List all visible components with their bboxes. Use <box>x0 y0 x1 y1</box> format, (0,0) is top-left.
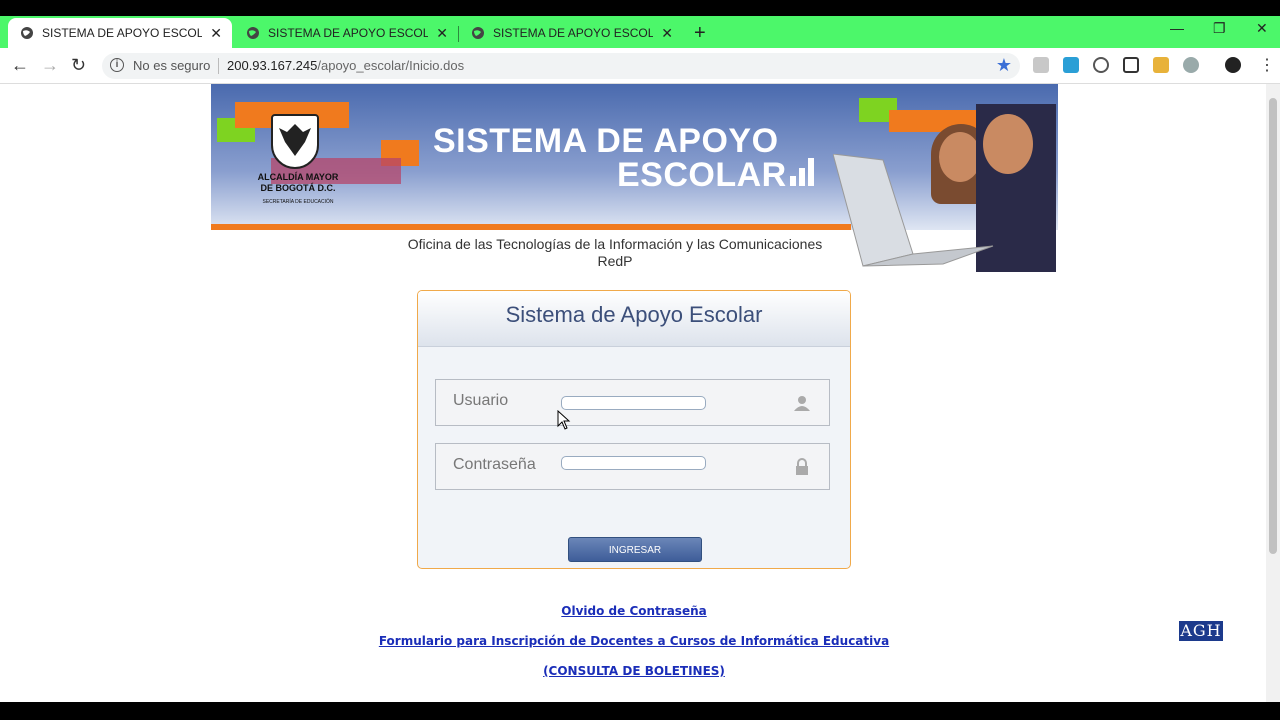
new-tab-button[interactable]: + <box>694 22 706 45</box>
lock-icon <box>796 458 808 475</box>
globe-icon <box>472 27 484 39</box>
menu-dots-icon[interactable]: ⋮ <box>1259 55 1275 75</box>
target-extension-icon[interactable] <box>1093 57 1109 73</box>
username-field: Usuario <box>435 379 830 426</box>
scrollbar-thumb[interactable] <box>1269 98 1277 554</box>
user-icon <box>794 396 810 411</box>
close-icon[interactable]: ✕ <box>210 25 222 42</box>
globe-icon <box>21 27 33 39</box>
camera-extension-icon[interactable] <box>1063 57 1079 73</box>
username-input[interactable] <box>561 396 706 410</box>
extension-icon[interactable] <box>1183 57 1199 73</box>
bookmark-star-icon[interactable]: ★ <box>996 55 1012 76</box>
tab-3[interactable]: SISTEMA DE APOYO ESCOLAR - ! ✕ <box>459 18 683 48</box>
url-host: 200.93.167.245 <box>227 58 318 73</box>
url-path: /apoyo_escolar/Inicio.dos <box>317 58 465 73</box>
bulletins-link[interactable]: (CONSULTA DE BOLETINES) <box>0 664 1268 678</box>
signal-bars-icon <box>790 158 816 186</box>
close-window-icon[interactable]: ✕ <box>1256 20 1268 37</box>
footer-links: Olvido de Contraseña Formulario para Ins… <box>0 604 1268 694</box>
close-icon[interactable]: ✕ <box>436 25 448 42</box>
address-divider <box>218 58 219 74</box>
back-arrow-icon[interactable]: ← <box>11 55 29 76</box>
globe-icon <box>247 27 259 39</box>
logo-subtext: SECRETARÍA DE EDUCACIÓN <box>262 199 334 205</box>
pdf-extension-icon[interactable] <box>1033 57 1049 73</box>
bogota-crest-logo <box>271 114 319 169</box>
office-line-2: RedP <box>597 253 633 269</box>
header-banner: ALCALDÍA MAYOR DE BOGOTÁ D.C. SECRETARÍA … <box>211 84 1058 272</box>
login-header: Sistema de Apoyo Escolar <box>418 291 850 347</box>
address-bar[interactable]: i No es seguro 200.93.167.245/apoyo_esco… <box>102 53 1020 79</box>
mouse-cursor-icon <box>557 410 571 430</box>
browser-toolbar: ← → ↻ i No es seguro 200.93.167.245/apoy… <box>0 48 1280 84</box>
banner-title-line-2: ESCOLAR <box>617 156 787 194</box>
vertical-scrollbar[interactable] <box>1266 84 1280 702</box>
tab-1[interactable]: SISTEMA DE APOYO ESCOLAR -L ✕ <box>8 18 232 48</box>
username-label: Usuario <box>453 392 509 409</box>
forward-arrow-icon[interactable]: → <box>41 55 59 76</box>
profile-avatar-icon[interactable] <box>1225 57 1241 73</box>
close-icon[interactable]: ✕ <box>661 25 673 42</box>
office-line-1: Oficina de las Tecnologías de la Informa… <box>407 236 823 252</box>
logo-line-2: DE BOGOTÁ D.C. <box>260 183 336 193</box>
logo-text: ALCALDÍA MAYOR DE BOGOTÁ D.C. <box>253 172 343 194</box>
password-field: Contraseña <box>435 443 830 490</box>
login-button[interactable]: INGRESAR <box>568 537 702 562</box>
tab-2[interactable]: SISTEMA DE APOYO ESCOLAR -L ✕ <box>234 18 458 48</box>
reload-icon[interactable]: ↻ <box>71 55 86 76</box>
security-label: No es seguro <box>133 58 211 73</box>
office-caption: Oficina de las Tecnologías de la Informa… <box>392 236 838 270</box>
login-panel: Sistema de Apoyo Escolar Usuario Contras… <box>417 290 851 569</box>
agh-watermark: AGH <box>1179 621 1223 641</box>
tab-1-title: SISTEMA DE APOYO ESCOLAR -L <box>42 26 203 40</box>
url-text[interactable]: 200.93.167.245/apoyo_escolar/Inicio.dos <box>227 58 464 73</box>
banner-stripe <box>211 224 851 230</box>
teacher-registration-link[interactable]: Formulario para Inscripción de Docentes … <box>0 634 1268 648</box>
info-icon[interactable]: i <box>110 58 124 72</box>
logo-line-1: ALCALDÍA MAYOR <box>257 172 339 182</box>
laptop-image <box>833 154 994 267</box>
tab-2-title: SISTEMA DE APOYO ESCOLAR -L <box>268 26 429 40</box>
tab-strip: SISTEMA DE APOYO ESCOLAR -L ✕ SISTEMA DE… <box>0 16 1280 48</box>
tab-3-title: SISTEMA DE APOYO ESCOLAR - ! <box>493 26 654 40</box>
screen-bottom-bar <box>0 702 1280 720</box>
grid-extension-icon[interactable] <box>1123 57 1139 73</box>
login-title: Sistema de Apoyo Escolar <box>505 302 763 327</box>
forgot-password-link[interactable]: Olvido de Contraseña <box>0 604 1268 618</box>
password-input[interactable] <box>561 456 706 470</box>
minimize-icon[interactable]: — <box>1170 20 1184 36</box>
web-page: ALCALDÍA MAYOR DE BOGOTÁ D.C. SECRETARÍA … <box>0 84 1280 702</box>
restore-icon[interactable]: ❐ <box>1213 20 1226 37</box>
password-label: Contraseña <box>453 456 536 473</box>
shield-extension-icon[interactable] <box>1153 57 1169 73</box>
